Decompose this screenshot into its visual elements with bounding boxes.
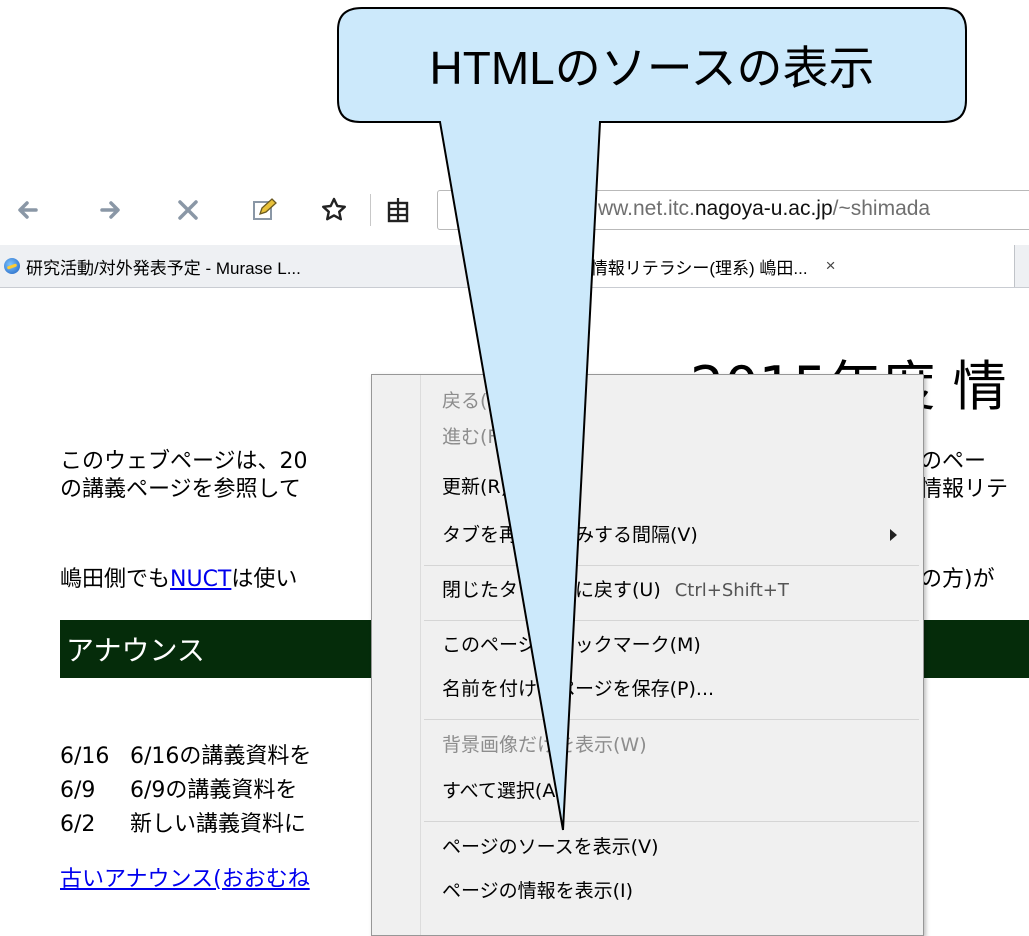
nuct-paragraph-right: の方)が (920, 567, 995, 592)
nuct-paragraph: 嶋田側でもNUCTは使い (60, 566, 297, 594)
reader-icon[interactable] (380, 192, 416, 228)
url-text: ww.net.itc.nagoya-u.ac.jp/~shimada (598, 197, 931, 220)
intro-line: の講義ページを参照して (60, 477, 301, 502)
bookmark-star-icon[interactable] (316, 192, 352, 228)
menu-item-view-background[interactable]: 背景画像だけを表示(W) (442, 733, 647, 757)
menu-separator (424, 719, 919, 720)
announcement-date: 6/16 (60, 744, 110, 769)
announcement-text: 6/9の講義資料を (130, 778, 298, 803)
menu-item-shortcut: Ctrl+Shift+T (674, 580, 789, 601)
announcement-item: 6/2 新しい講義資料に (60, 806, 306, 838)
tab-research[interactable]: 研究活動/対外発表予定 - Murase L... (0, 245, 505, 287)
nuct-prefix: 嶋田側でも (60, 567, 171, 592)
context-menu: 戻る(B) 進む(F) 更新(R) タブを再読み込みする間隔(V) 閉じたタブを… (371, 374, 924, 936)
menu-item-select-all[interactable]: すべて選択(A) (442, 779, 563, 803)
menu-item-page-info[interactable]: ページの情報を表示(I) (442, 879, 633, 903)
callout-text: HTMLのソースの表示 (429, 42, 875, 94)
intro-line: このウェブページは、20 (60, 449, 308, 474)
old-announcements-link[interactable]: 古いアナウンス(おおむね (60, 866, 310, 894)
close-tab-icon[interactable]: × (826, 256, 836, 276)
browser-toolbar: ww.net.itc.nagoya-u.ac.jp/~shimada (0, 180, 1029, 240)
menu-icon-gutter (420, 375, 421, 935)
tab-label: 年度 情報リテラシー(理系) 嶋田... (552, 258, 808, 278)
announcement-date: 6/2 (60, 812, 96, 837)
menu-item-back[interactable]: 戻る(B) (442, 389, 508, 413)
menu-item-forward[interactable]: 進む(F) (442, 425, 506, 449)
favicon-icon (4, 258, 20, 274)
back-icon[interactable] (10, 192, 46, 228)
address-bar[interactable]: ww.net.itc.nagoya-u.ac.jp/~shimada (437, 190, 1029, 230)
announcement-text: 新しい講義資料に (130, 812, 307, 837)
menu-separator (424, 620, 919, 621)
tab-label: 研究活動/対外発表予定 - Murase L... (26, 258, 301, 278)
menu-item-undo-close-tab[interactable]: 閉じたタブを元に戻す(U) Ctrl+Shift+T (442, 578, 789, 603)
menu-item-reload[interactable]: 更新(R) (442, 475, 508, 499)
announcement-item: 6/9 6/9の講義資料を (60, 772, 297, 804)
menu-item-reload-interval[interactable]: タブを再読み込みする間隔(V) (442, 523, 698, 547)
nuct-suffix: は使い (231, 567, 298, 592)
intro-text: このウェブページは、20 の講義ページを参照して (60, 448, 308, 504)
toolbar-separator (370, 194, 371, 226)
announcement-date: 6/9 (60, 778, 96, 803)
edit-icon[interactable] (246, 192, 282, 228)
submenu-arrow-icon (890, 529, 897, 541)
menu-separator (424, 565, 919, 566)
tab-strip: 研究活動/対外発表予定 - Murase L... 年度 情報リテラシー(理系)… (0, 245, 1029, 288)
menu-item-bookmark[interactable]: このページをブックマーク(M) (442, 633, 701, 657)
nuct-link[interactable]: NUCT (170, 567, 231, 592)
tab-info-literacy[interactable]: 年度 情報リテラシー(理系) 嶋田... × (505, 245, 1015, 287)
menu-item-save-page[interactable]: 名前を付けてページを保存(P)... (442, 677, 714, 701)
menu-item-view-source[interactable]: ページのソースを表示(V) (442, 835, 659, 859)
intro-text-right: のペー 情報リテ (920, 448, 1008, 504)
announce-title: アナウンス (66, 634, 205, 667)
intro-line: のペー (920, 449, 987, 474)
stop-icon[interactable] (170, 192, 206, 228)
menu-separator (424, 821, 919, 822)
intro-line: 情報リテ (920, 477, 1009, 502)
forward-icon[interactable] (92, 192, 128, 228)
announcement-text: 6/16の講義資料を (130, 744, 312, 769)
announcement-item: 6/16 6/16の講義資料を (60, 738, 311, 770)
menu-item-label: 閉じたタブを元に戻す(U) (442, 579, 661, 601)
